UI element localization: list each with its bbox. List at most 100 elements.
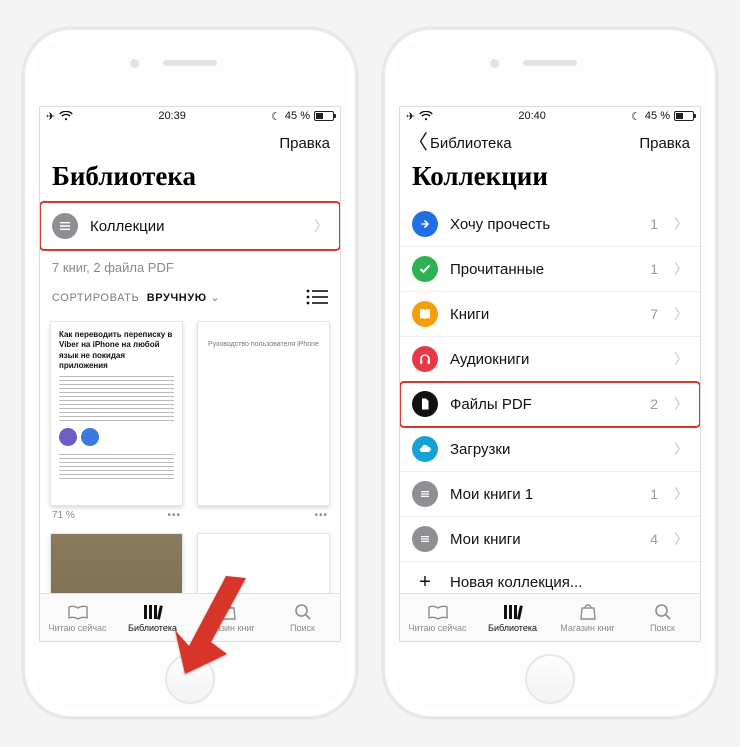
tab-bar: Читаю сейчас Библиотека Магазин книг Пои… (400, 593, 700, 641)
collection-row[interactable]: Мои книги 11〉 (400, 472, 700, 517)
book-open-icon (67, 603, 89, 621)
collection-count: 1 (650, 261, 658, 277)
battery-percent: 45 % (285, 110, 310, 122)
chevron-right-icon: 〉 (674, 304, 688, 324)
chevron-right-icon: 〉 (674, 394, 688, 414)
edit-button[interactable]: Правка (279, 135, 330, 152)
screen-collections: ✈︎ 20:40 ☾ 45 % 〈 Библиотека Правка Колл… (399, 106, 701, 642)
moon-icon: ☾ (271, 110, 281, 123)
cover-subtitle: Руководство пользователя iPhone (206, 340, 321, 349)
moon-icon: ☾ (631, 110, 641, 123)
collection-label: Хочу прочесть (450, 216, 638, 233)
airplane-icon: ✈︎ (406, 110, 415, 123)
bag-icon (577, 603, 599, 621)
back-label: Библиотека (430, 135, 512, 152)
cover-title: Как переводить переписку в Viber на iPho… (59, 330, 174, 372)
collection-label: Мои книги (450, 531, 638, 548)
collections-list: Хочу прочесть1〉Прочитанные1〉Книги7〉Аудио… (400, 202, 700, 593)
book-item[interactable]: ФРЭНК (197, 533, 330, 593)
book-progress: 71 % ••• (50, 510, 183, 521)
back-button[interactable]: 〈 Библиотека (408, 133, 512, 153)
search-icon (652, 603, 674, 621)
collections-icon (52, 213, 78, 239)
collection-row[interactable]: Файлы PDF2〉 (400, 382, 700, 427)
page-title: Коллекции (400, 159, 700, 202)
progress-text: 71 % (52, 510, 75, 521)
book-item[interactable]: Руководство пользователя iPhone ••• (197, 321, 330, 521)
headphones-icon (412, 346, 438, 372)
tab-search[interactable]: Поиск (265, 594, 340, 641)
collection-label: Загрузки (450, 441, 646, 458)
tab-library[interactable]: Библиотека (475, 594, 550, 641)
battery-icon (674, 111, 694, 121)
collection-row[interactable]: Книги7〉 (400, 292, 700, 337)
collection-row[interactable]: Прочитанные1〉 (400, 247, 700, 292)
library-counts: 7 книг, 2 файла PDF (40, 250, 340, 289)
home-button[interactable] (525, 654, 575, 704)
phone-left: ✈︎ 20:39 ☾ 45 % Правка Библиотека (23, 28, 357, 718)
collection-row[interactable]: Мои книги4〉 (400, 517, 700, 562)
tab-label: Библиотека (128, 623, 177, 633)
more-icon[interactable]: ••• (314, 510, 328, 521)
new-collection-row[interactable]: + Новая коллекция... (400, 562, 700, 593)
book-cover: ГЮГО (50, 533, 183, 593)
phone-camera (490, 59, 499, 68)
cloud-icon (412, 436, 438, 462)
doc-icon (412, 391, 438, 417)
lines-icon (412, 526, 438, 552)
book-cover: Как переводить переписку в Viber на iPho… (50, 321, 183, 506)
sort-label: СОРТИРОВАТЬ (52, 292, 139, 304)
new-collection-label: Новая коллекция... (450, 574, 688, 591)
chevron-right-icon: 〉 (314, 216, 328, 236)
book-cover: ФРЭНК (197, 533, 330, 593)
wifi-icon (59, 111, 73, 121)
plus-icon: + (412, 571, 438, 593)
status-time: 20:40 (518, 110, 546, 122)
phone-camera (130, 59, 139, 68)
tab-bar: Читаю сейчас Библиотека Магазин книг Пои… (40, 593, 340, 641)
collection-row[interactable]: Аудиокниги〉 (400, 337, 700, 382)
home-button[interactable] (165, 654, 215, 704)
wifi-icon (419, 111, 433, 121)
collection-row[interactable]: Хочу прочесть 1 〉 (400, 202, 700, 247)
sort-row[interactable]: СОРТИРОВАТЬ ВРУЧНУЮ ⌄ (40, 289, 340, 315)
tab-label: Поиск (290, 623, 315, 633)
tab-reading-now[interactable]: Читаю сейчас (400, 594, 475, 641)
chevron-right-icon: 〉 (674, 439, 688, 459)
chevron-right-icon: 〉 (674, 529, 688, 549)
chevron-left-icon: 〈 (408, 133, 428, 153)
battery-icon (314, 111, 334, 121)
collection-label: Мои книги 1 (450, 486, 638, 503)
book-icon (412, 301, 438, 327)
collection-row[interactable]: Загрузки 〉 (400, 427, 700, 472)
book-item[interactable]: ГЮГО (50, 533, 183, 593)
library-icon (142, 603, 164, 621)
book-progress: ••• (197, 510, 330, 521)
collections-label: Коллекции (90, 218, 302, 235)
lines-icon (412, 481, 438, 507)
list-view-icon[interactable] (306, 289, 328, 305)
chevron-right-icon: 〉 (674, 259, 688, 279)
phone-right: ✈︎ 20:40 ☾ 45 % 〈 Библиотека Правка Колл… (383, 28, 717, 718)
tab-store[interactable]: Магазин книг (190, 594, 265, 641)
book-item[interactable]: Как переводить переписку в Viber на iPho… (50, 321, 183, 521)
tab-library[interactable]: Библиотека (115, 594, 190, 641)
tab-label: Магазин книг (200, 623, 254, 633)
search-icon (292, 603, 314, 621)
tab-label: Поиск (650, 623, 675, 633)
chevron-right-icon: 〉 (674, 349, 688, 369)
tab-search[interactable]: Поиск (625, 594, 700, 641)
edit-button[interactable]: Правка (639, 135, 690, 152)
bag-icon (217, 603, 239, 621)
screen-library: ✈︎ 20:39 ☾ 45 % Правка Библиотека (39, 106, 341, 642)
check-icon (412, 256, 438, 282)
chevron-right-icon: 〉 (674, 214, 688, 234)
library-icon (502, 603, 524, 621)
collection-count: 1 (650, 216, 658, 232)
collections-row[interactable]: Коллекции 〉 (40, 202, 340, 250)
tab-store[interactable]: Магазин книг (550, 594, 625, 641)
collection-count: 2 (650, 396, 658, 412)
status-bar: ✈︎ 20:40 ☾ 45 % (400, 107, 700, 125)
more-icon[interactable]: ••• (167, 510, 181, 521)
tab-reading-now[interactable]: Читаю сейчас (40, 594, 115, 641)
